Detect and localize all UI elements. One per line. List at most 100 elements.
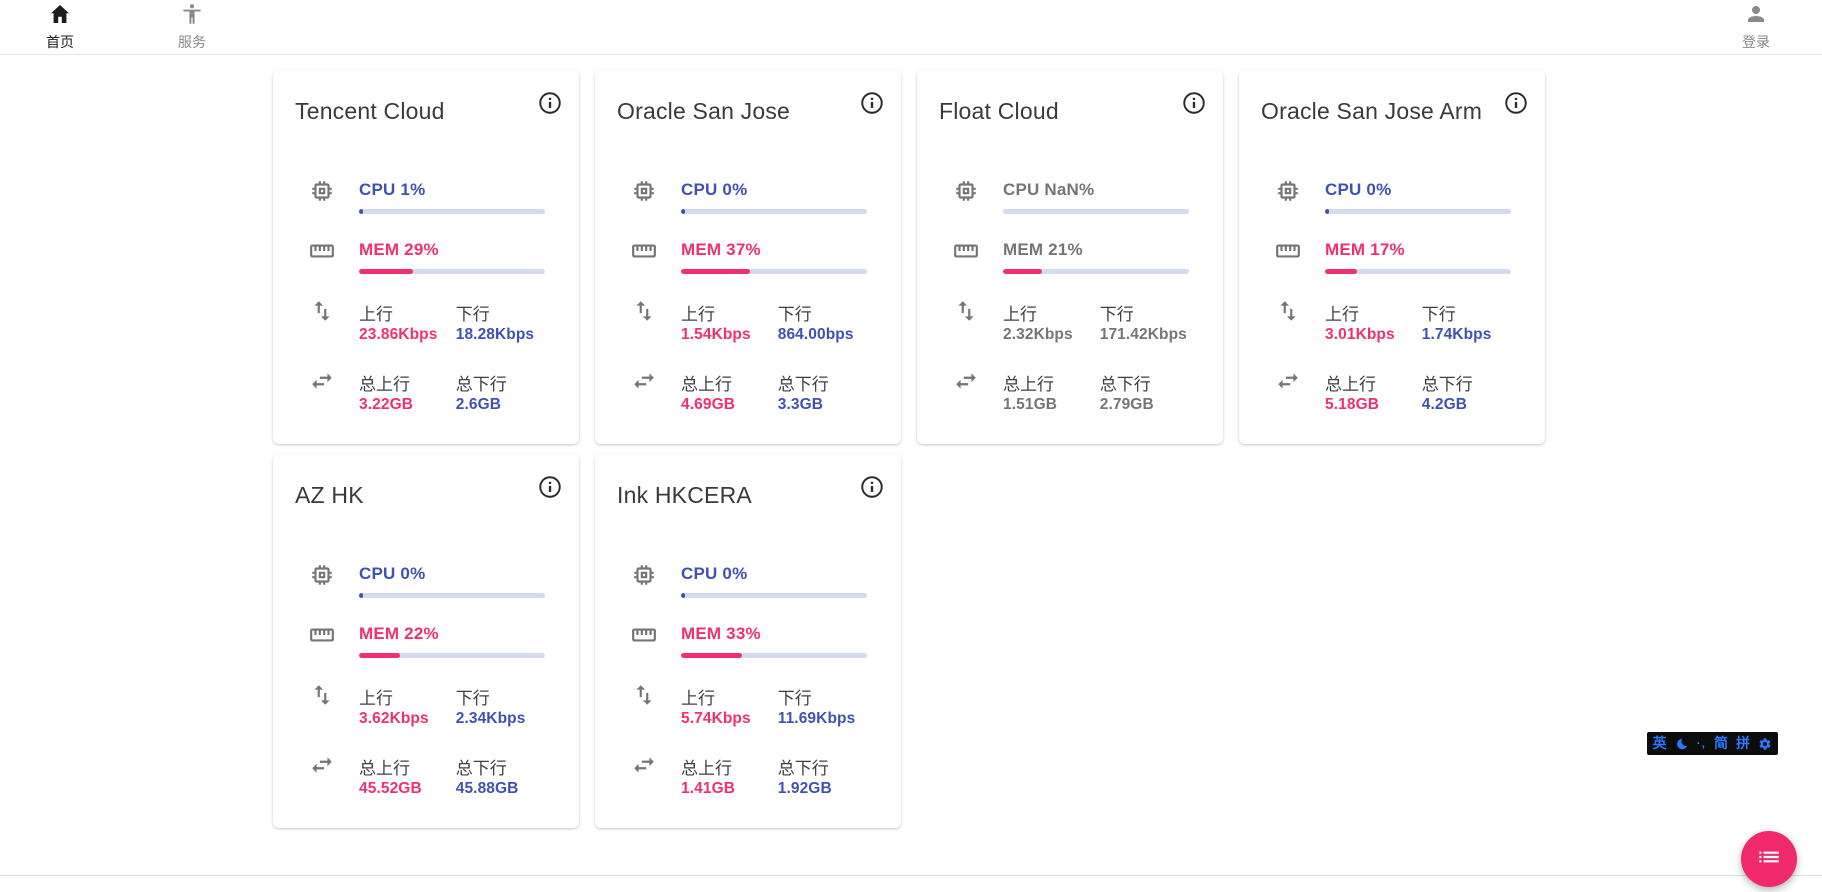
ime-indicator: 英 ·‚ 简 拼	[1647, 732, 1778, 755]
total-download-value: 2.79GB	[1100, 396, 1189, 414]
cpu-chip-icon	[309, 562, 335, 588]
download-label: 下行	[778, 684, 867, 708]
nav-item-login[interactable]: 登录	[1736, 2, 1776, 52]
server-name: Oracle San Jose	[617, 96, 790, 126]
memory-ruler-icon	[631, 622, 657, 648]
swap-horiz-icon	[631, 752, 657, 778]
mem-progress-bar	[359, 653, 545, 658]
swap-horiz-icon	[309, 368, 335, 394]
upload-label: 上行	[359, 300, 456, 324]
total-row: 总上行 1.41GB 总下行 1.92GB	[595, 754, 901, 798]
nav-services-label: 服务	[178, 32, 206, 52]
memory-ruler-icon	[631, 238, 657, 264]
info-icon[interactable]	[1503, 90, 1529, 116]
mem-progress-fill	[681, 653, 742, 658]
nav-login-label: 登录	[1742, 32, 1770, 52]
swap-vert-icon	[953, 298, 979, 324]
swap-horiz-icon	[953, 368, 979, 394]
speed-row: 上行 23.86Kbps 下行 18.28Kbps	[273, 300, 579, 344]
info-icon[interactable]	[537, 474, 563, 500]
gear-icon[interactable]	[1758, 737, 1772, 751]
list-icon	[1756, 844, 1782, 875]
upload-label: 上行	[681, 684, 778, 708]
nav-item-home[interactable]: 首页	[40, 2, 80, 52]
download-speed: 864.00bps	[778, 326, 867, 344]
card-header: AZ HK	[273, 480, 579, 514]
cpu-progress-bar	[359, 593, 545, 598]
mem-progress-bar	[681, 269, 867, 274]
total-row: 总上行 3.22GB 总下行 2.6GB	[273, 370, 579, 414]
mem-progress-fill	[1003, 269, 1042, 274]
mem-usage-label: MEM 37%	[681, 240, 867, 261]
upload-label: 上行	[1325, 300, 1422, 324]
total-download-label: 总下行	[1422, 370, 1511, 394]
cpu-chip-icon	[309, 178, 335, 204]
total-upload-value: 4.69GB	[681, 396, 778, 414]
total-row: 总上行 5.18GB 总下行 4.2GB	[1239, 370, 1545, 414]
download-speed: 2.34Kbps	[456, 710, 545, 728]
total-download-label: 总下行	[778, 370, 867, 394]
cpu-progress-fill	[359, 209, 363, 214]
cpu-row: CPU 0%	[595, 564, 901, 598]
card-header: Ink HKCERA	[595, 480, 901, 514]
main-content: Tencent Cloud CPU 1% MEM 29%	[0, 55, 1822, 828]
cpu-progress-bar	[1003, 209, 1189, 214]
download-label: 下行	[1422, 300, 1511, 324]
download-speed: 171.42Kbps	[1100, 326, 1189, 344]
cpu-row: CPU 1%	[273, 180, 579, 214]
server-list-fab[interactable]	[1741, 831, 1797, 887]
download-label: 下行	[456, 300, 545, 324]
cpu-row: CPU 0%	[1239, 180, 1545, 214]
total-download-value: 2.6GB	[456, 396, 545, 414]
footer-divider	[0, 875, 1822, 876]
mem-row: MEM 37%	[595, 240, 901, 274]
total-download-label: 总下行	[456, 370, 545, 394]
info-icon[interactable]	[537, 90, 563, 116]
cpu-progress-fill	[1325, 209, 1329, 214]
cpu-row: CPU 0%	[595, 180, 901, 214]
total-upload-label: 总上行	[359, 754, 456, 778]
total-download-label: 总下行	[778, 754, 867, 778]
mem-row: MEM 33%	[595, 624, 901, 658]
card-header: Oracle San Jose	[595, 96, 901, 130]
mem-progress-bar	[1325, 269, 1511, 274]
ime-pinyin-toggle[interactable]: 拼	[1736, 732, 1750, 755]
speed-row: 上行 1.54Kbps 下行 864.00bps	[595, 300, 901, 344]
memory-ruler-icon	[953, 238, 979, 264]
ime-lang-toggle[interactable]: 英	[1653, 732, 1667, 755]
moon-icon[interactable]	[1675, 737, 1689, 751]
person-icon	[1744, 2, 1768, 31]
ime-simplified-toggle[interactable]: 简	[1714, 732, 1728, 755]
total-download-value: 4.2GB	[1422, 396, 1511, 414]
mem-row: MEM 29%	[273, 240, 579, 274]
total-download-value: 45.88GB	[456, 780, 545, 798]
info-icon[interactable]	[1181, 90, 1207, 116]
cpu-chip-icon	[1275, 178, 1301, 204]
mem-usage-label: MEM 33%	[681, 624, 867, 645]
info-icon[interactable]	[859, 90, 885, 116]
speed-row: 上行 3.01Kbps 下行 1.74Kbps	[1239, 300, 1545, 344]
swap-horiz-icon	[1275, 368, 1301, 394]
cpu-progress-fill	[359, 593, 363, 598]
total-upload-label: 总上行	[359, 370, 456, 394]
memory-ruler-icon	[1275, 238, 1301, 264]
accessibility-icon	[180, 2, 204, 31]
server-card: Oracle San Jose Arm CPU 0% M	[1239, 70, 1545, 444]
card-header: Oracle San Jose Arm	[1239, 96, 1545, 130]
upload-speed: 1.54Kbps	[681, 326, 778, 344]
mem-progress-bar	[359, 269, 545, 274]
top-nav: 首页 服务 登录	[0, 0, 1822, 55]
mem-progress-bar	[1003, 269, 1189, 274]
upload-speed: 2.32Kbps	[1003, 326, 1100, 344]
cpu-usage-label: CPU 0%	[359, 564, 545, 585]
total-upload-label: 总上行	[681, 370, 778, 394]
cpu-usage-label: CPU 1%	[359, 180, 545, 201]
ime-punctuation-toggle[interactable]: ·‚	[1697, 732, 1706, 755]
card-stats: CPU 0% MEM 37% 上行	[595, 180, 901, 414]
card-header: Tencent Cloud	[273, 96, 579, 130]
total-row: 总上行 4.69GB 总下行 3.3GB	[595, 370, 901, 414]
cpu-row: CPU NaN%	[917, 180, 1223, 214]
nav-item-services[interactable]: 服务	[172, 2, 212, 52]
upload-speed: 3.01Kbps	[1325, 326, 1422, 344]
info-icon[interactable]	[859, 474, 885, 500]
